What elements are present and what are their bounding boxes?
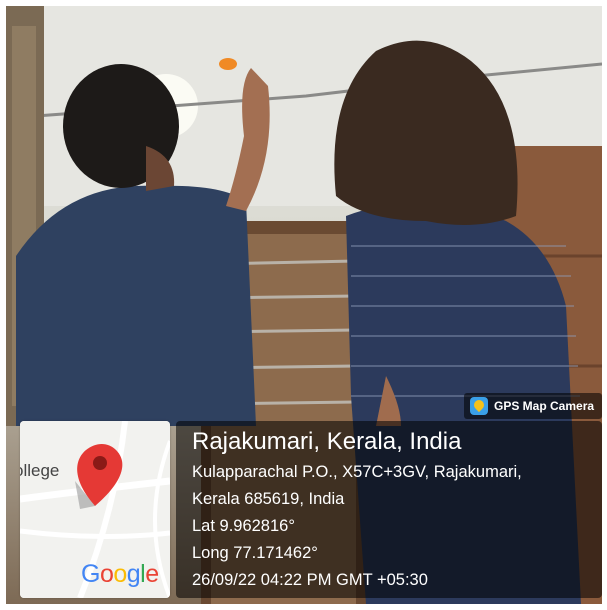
logo-letter: e: [145, 560, 159, 588]
google-logo: Google: [81, 560, 159, 589]
address-line-1: Kulapparachal P.O., X57C+3GV, Rajakumari…: [192, 463, 522, 481]
timestamp: 26/09/22 04:22 PM GMT +05:30: [192, 571, 428, 589]
logo-letter: G: [81, 560, 100, 588]
address-line-2: Kerala 685619, India: [192, 490, 345, 508]
bulb-holder: [219, 58, 237, 70]
longitude: Long 77.171462°: [192, 544, 318, 562]
logo-letter: o: [99, 560, 114, 588]
man-shirt: [16, 185, 256, 426]
logo-letter: o: [113, 560, 127, 588]
location-title: Rajakumari, Kerala, India: [192, 428, 462, 455]
badge-label: GPS Map Camera: [494, 399, 595, 413]
map-thumbnail: ollege Google: [20, 421, 170, 598]
gps-map-camera-icon: [470, 397, 488, 415]
logo-letter: g: [126, 560, 141, 588]
gps-camera-badge: GPS Map Camera: [464, 393, 602, 419]
latitude: Lat 9.962816°: [192, 517, 295, 535]
map-place-label: ollege: [20, 461, 60, 480]
